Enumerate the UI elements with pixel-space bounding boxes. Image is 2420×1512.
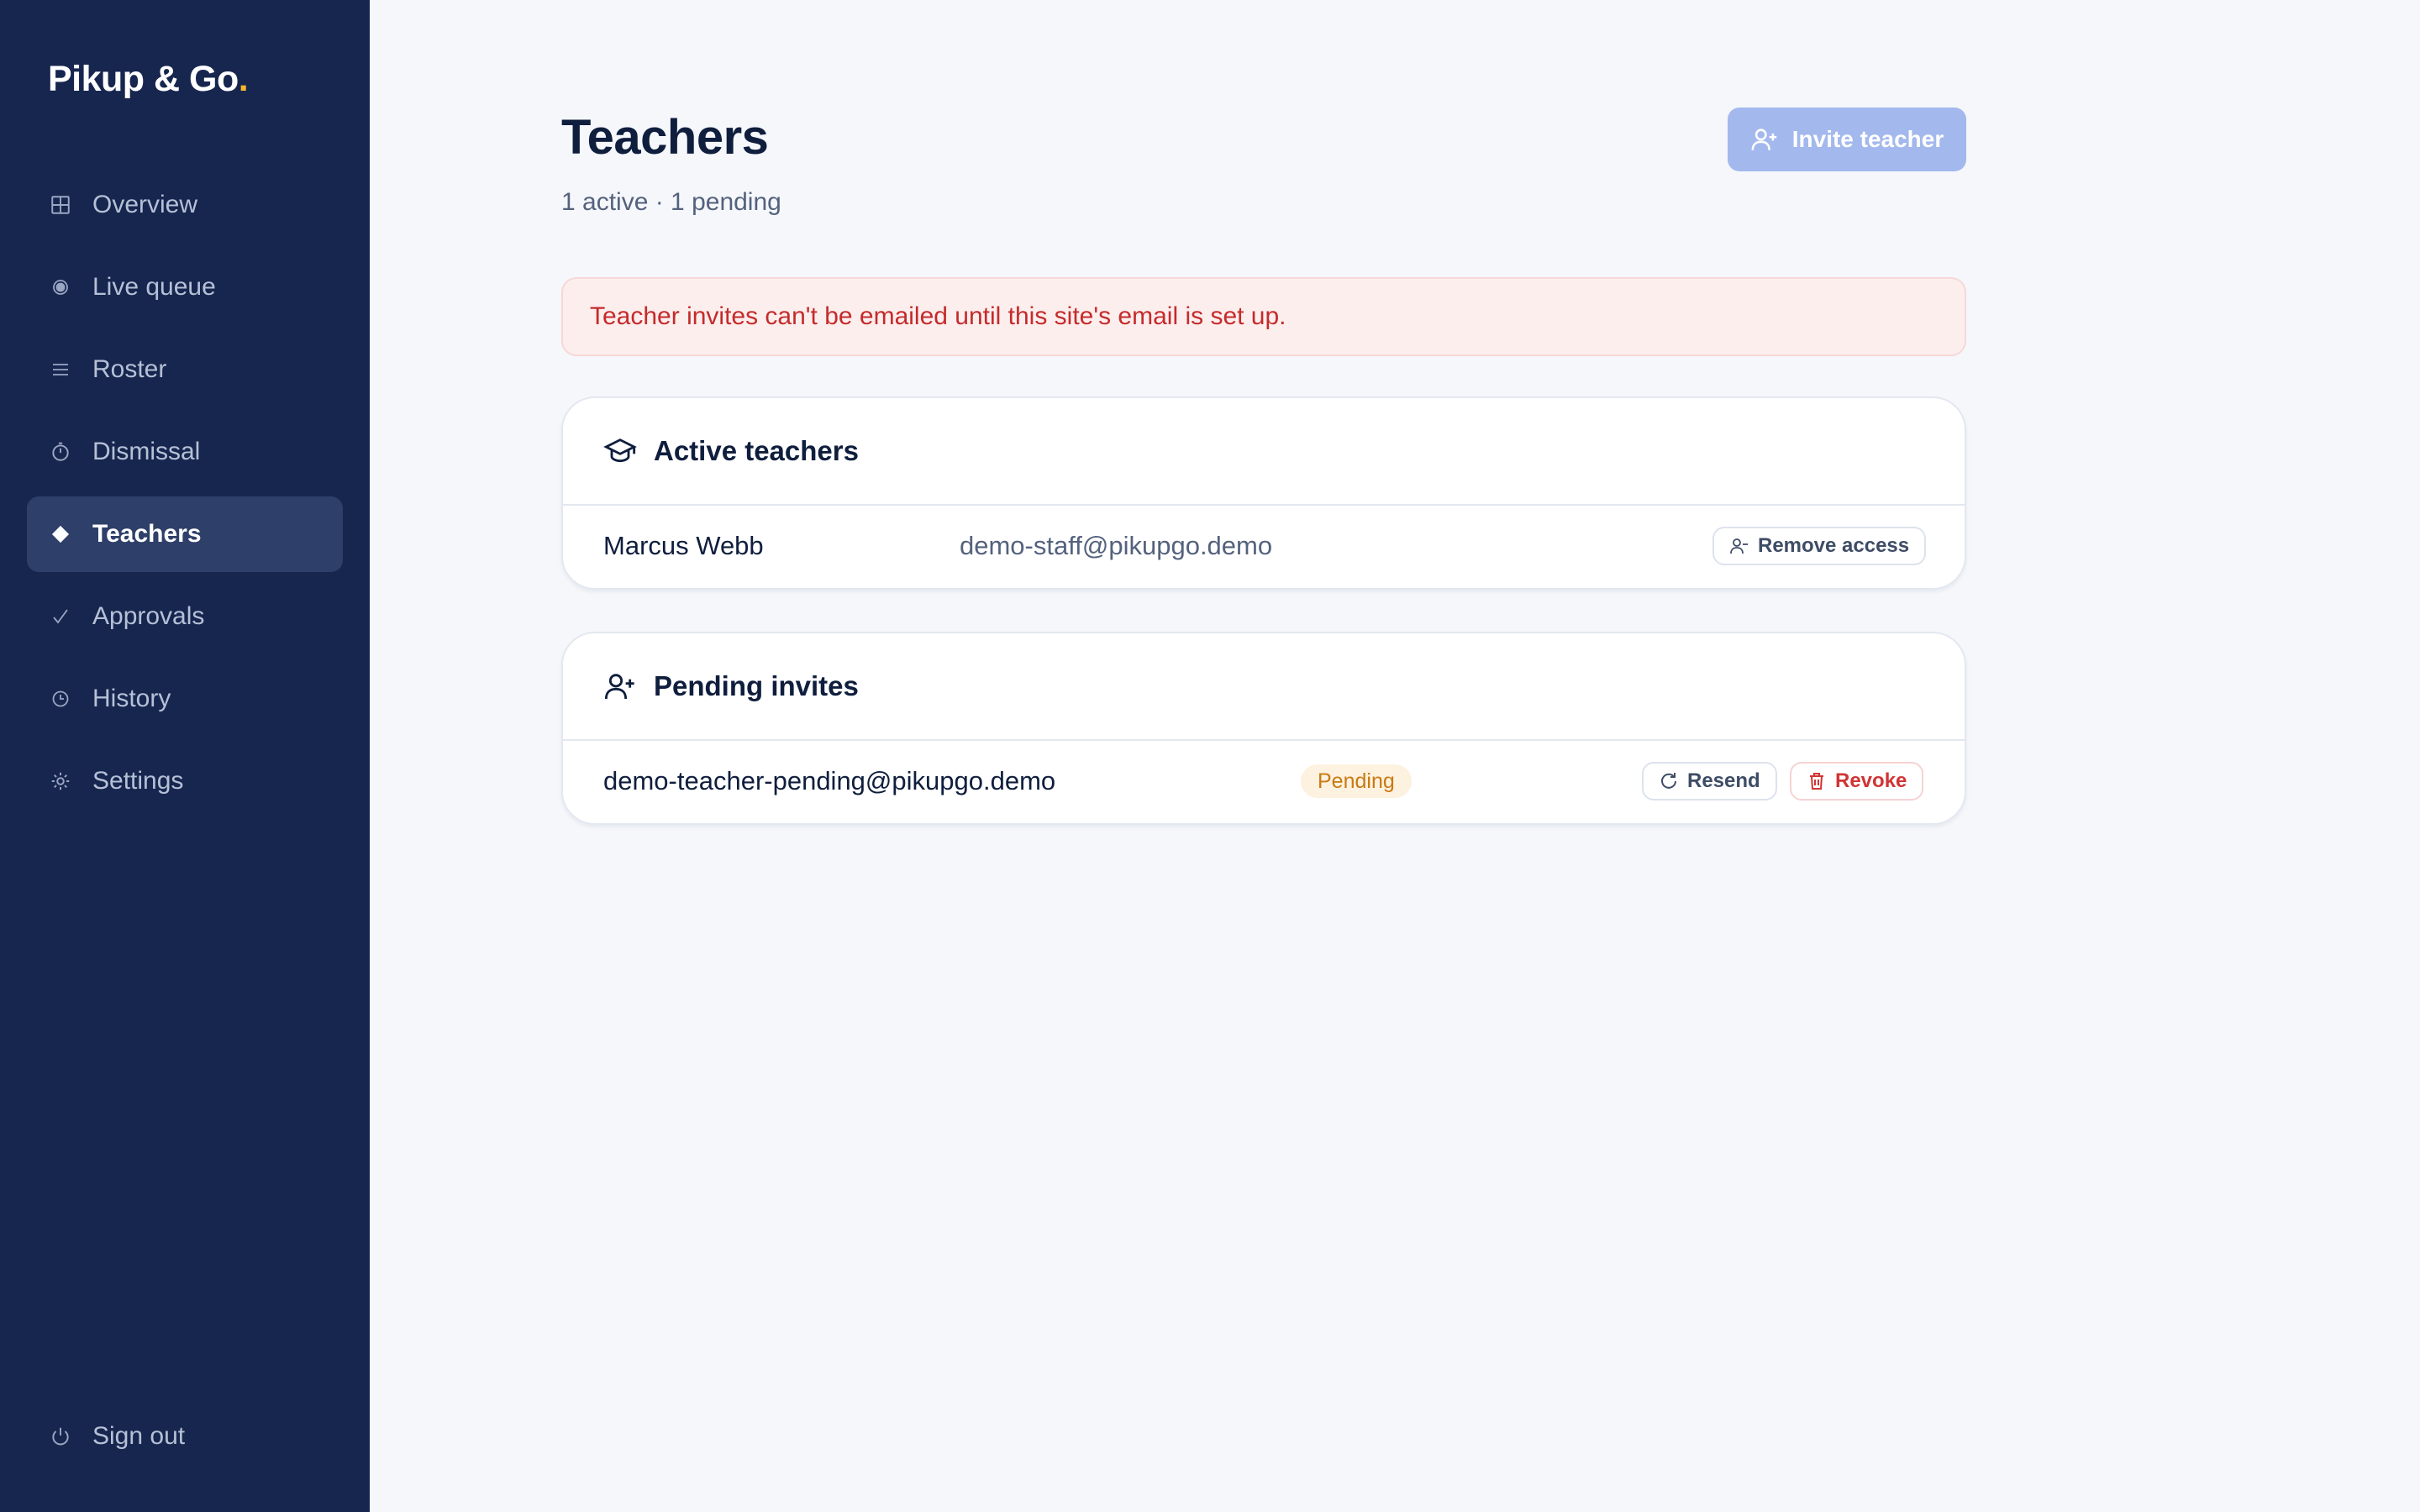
grid-icon (47, 192, 74, 218)
active-teachers-header: Active teachers (563, 398, 1965, 506)
sidebar-item-settings[interactable]: Settings (27, 743, 343, 819)
sidebar-item-label: Roster (92, 355, 167, 383)
sidebar-item-live-queue[interactable]: Live queue (27, 249, 343, 325)
active-teachers-card: Active teachers Marcus Webb demo-staff@p… (561, 396, 1966, 590)
sidebar-item-approvals[interactable]: Approvals (27, 579, 343, 654)
pending-invites-header: Pending invites (563, 633, 1965, 741)
teacher-name: Marcus Webb (603, 531, 764, 560)
pending-invites-card: Pending invites demo-teacher-pending@pik… (561, 632, 1966, 825)
pending-email: demo-teacher-pending@pikupgo.demo (603, 766, 1056, 795)
sidebar-item-label: Teachers (92, 520, 202, 548)
sidebar-item-overview[interactable]: Overview (27, 167, 343, 243)
refresh-icon (1659, 771, 1679, 791)
invite-teacher-button[interactable]: Invite teacher (1728, 108, 1966, 171)
sidebar-item-label: Settings (92, 767, 184, 795)
remove-access-button[interactable]: Remove access (1712, 527, 1927, 565)
resend-button[interactable]: Resend (1642, 762, 1777, 801)
clock-icon (47, 685, 74, 712)
sidebar-item-teachers[interactable]: Teachers (27, 496, 343, 572)
remove-access-label: Remove access (1758, 534, 1910, 557)
teacher-email: demo-staff@pikupgo.demo (960, 531, 1273, 560)
email-warning-alert: Teacher invites can't be emailed until t… (561, 277, 1966, 356)
table-row: Marcus Webb demo-staff@pikupgo.demo Remo… (563, 506, 1965, 586)
check-icon (47, 603, 74, 630)
power-icon (47, 1423, 74, 1450)
page-subtitle: 1 active · 1 pending (561, 188, 781, 216)
diamond-icon (47, 521, 74, 548)
revoke-button[interactable]: Revoke (1790, 762, 1924, 801)
sidebar-nav: Overview Live queue Roster Dismissal Tea… (27, 167, 343, 826)
user-plus-icon (603, 669, 637, 703)
sidebar: Pikup & Go. Overview Live queue Roster D… (0, 0, 370, 1512)
brand-dot: . (238, 59, 249, 99)
sidebar-item-label: Approvals (92, 602, 205, 630)
sidebar-item-history[interactable]: History (27, 661, 343, 737)
brand-logo[interactable]: Pikup & Go. (48, 59, 249, 100)
radio-dot-icon (47, 274, 74, 301)
resend-label: Resend (1687, 769, 1760, 792)
trash-icon (1807, 771, 1827, 791)
sidebar-item-label: Dismissal (92, 438, 201, 465)
sidebar-item-label: Overview (92, 191, 198, 218)
sign-out-label: Sign out (92, 1422, 186, 1450)
sidebar-item-label: Live queue (92, 273, 216, 301)
sidebar-item-label: History (92, 685, 171, 712)
graduation-cap-icon (603, 434, 637, 468)
sidebar-item-roster[interactable]: Roster (27, 332, 343, 407)
card-title: Active teachers (654, 435, 859, 466)
revoke-label: Revoke (1835, 769, 1907, 792)
app: Pikup & Go. Overview Live queue Roster D… (0, 0, 2420, 1512)
table-row: demo-teacher-pending@pikupgo.demo Pendin… (563, 741, 1965, 822)
sign-out-button[interactable]: Sign out (27, 1399, 343, 1474)
page-title: Teachers (561, 110, 769, 165)
user-minus-icon (1729, 536, 1749, 556)
invite-teacher-label: Invite teacher (1791, 126, 1944, 152)
sidebar-item-dismissal[interactable]: Dismissal (27, 414, 343, 490)
status-badge: Pending (1301, 764, 1412, 798)
card-title: Pending invites (654, 670, 859, 701)
list-icon (47, 356, 74, 383)
timer-icon (47, 438, 74, 465)
brand-name: Pikup & Go (48, 59, 239, 99)
alert-text: Teacher invites can't be emailed until t… (590, 302, 1286, 330)
gear-icon (47, 768, 74, 795)
user-plus-icon (1750, 125, 1779, 154)
